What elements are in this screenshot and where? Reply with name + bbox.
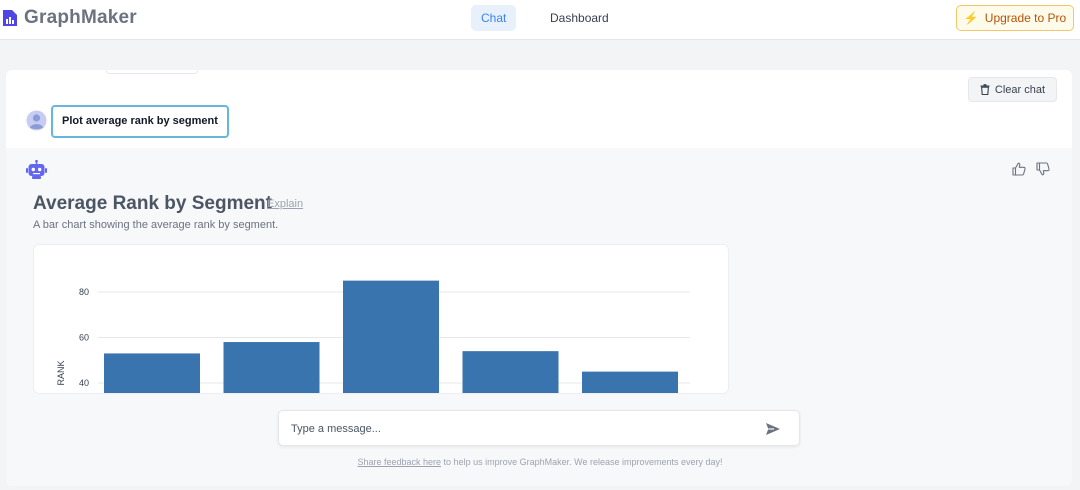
bar-5 — [582, 371, 678, 393]
app-name: GraphMaker — [24, 7, 137, 28]
bar-1 — [104, 353, 200, 393]
footer-text: to help us improve GraphMaker. We releas… — [441, 457, 723, 467]
bar-4 — [462, 351, 559, 393]
chart-card: 40 60 80 RANK — [33, 244, 729, 394]
upgrade-button[interactable]: ⚡ Upgrade to Pro — [956, 5, 1074, 31]
toolbar-stub — [106, 70, 198, 74]
clear-chat-button[interactable]: Clear chat — [968, 77, 1057, 102]
thumbs-up-icon[interactable] — [1012, 162, 1026, 176]
top-nav: GraphMaker Chat Dashboard ⚡ Upgrade to P… — [0, 0, 1080, 40]
bar-chart: 40 60 80 RANK — [56, 280, 690, 393]
tab-dashboard[interactable]: Dashboard — [540, 5, 619, 31]
robot-icon — [26, 160, 47, 179]
y-tick-label: 40 — [79, 378, 89, 388]
bar-3 — [343, 280, 439, 393]
tab-chat[interactable]: Chat — [471, 5, 517, 31]
thumbs-down-icon[interactable] — [1036, 162, 1050, 176]
message-composer — [278, 410, 800, 446]
y-tick-label: 60 — [79, 333, 89, 343]
lightning-bolt-icon: ⚡ — [963, 11, 979, 25]
trash-icon — [980, 84, 990, 95]
upgrade-label: Upgrade to Pro — [984, 11, 1067, 25]
send-icon[interactable] — [765, 421, 781, 437]
message-input[interactable] — [291, 419, 751, 439]
chart-description: A bar chart showing the average rank by … — [33, 219, 279, 231]
user-message: Plot average rank by segment — [51, 105, 229, 138]
clear-chat-label: Clear chat — [994, 83, 1046, 96]
y-axis-label: RANK — [56, 360, 66, 385]
footer-note: Share feedback here to help us improve G… — [0, 457, 1080, 467]
feedback-link[interactable]: Share feedback here — [357, 457, 441, 467]
brand[interactable]: GraphMaker — [0, 6, 137, 30]
user-avatar-icon — [26, 110, 47, 131]
explain-link[interactable]: Explain — [267, 198, 303, 210]
bar-2 — [223, 342, 320, 393]
y-tick-label: 80 — [79, 287, 89, 297]
chart-title: Average Rank by Segment — [33, 193, 272, 214]
graph-logo-icon — [3, 10, 17, 26]
